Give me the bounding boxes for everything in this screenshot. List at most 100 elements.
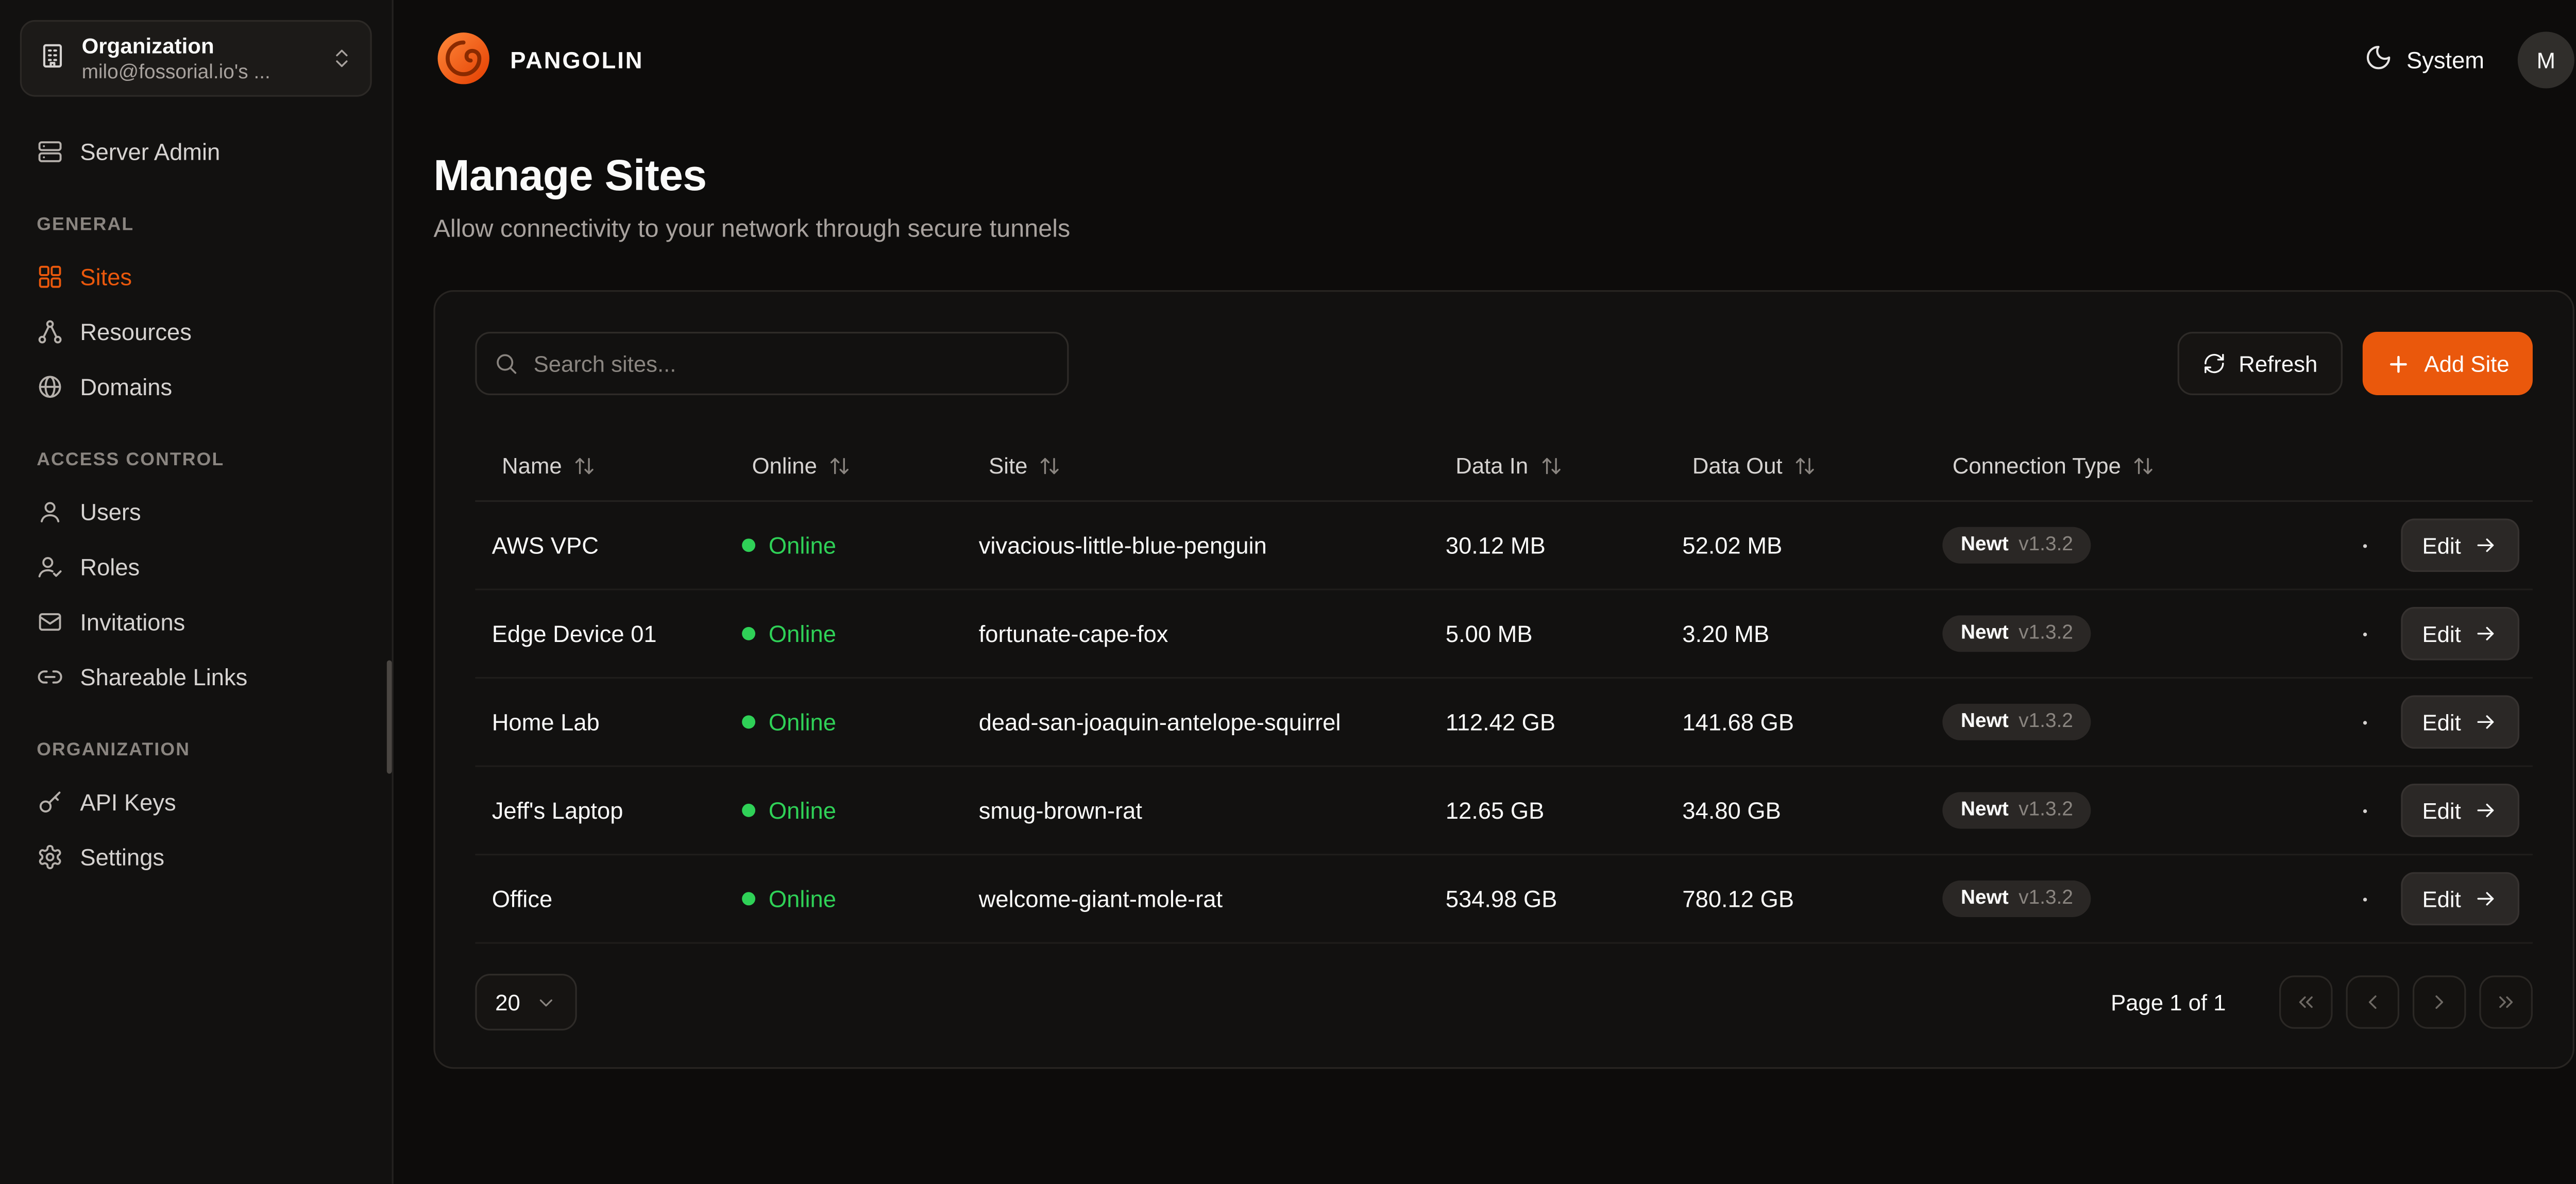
last-page-button[interactable]	[2479, 975, 2533, 1029]
column-header-data-in[interactable]: Data In	[1429, 453, 1666, 479]
chevron-down-icon	[535, 991, 557, 1013]
brand-name: PANGOLIN	[510, 47, 643, 74]
edit-label: Edit	[2422, 533, 2461, 558]
refresh-label: Refresh	[2239, 351, 2317, 376]
online-dot	[742, 715, 755, 729]
column-header-name[interactable]: Name	[475, 453, 725, 479]
row-edit-button[interactable]: Edit	[2400, 518, 2519, 572]
row-more-button[interactable]	[2363, 789, 2377, 831]
chevron-left-icon	[2361, 990, 2384, 1013]
user-icon	[37, 498, 63, 525]
sidebar-item-settings[interactable]: Settings	[20, 828, 372, 884]
moon-icon	[2365, 43, 2393, 77]
row-actions-cell: Edit	[2363, 607, 2533, 661]
connection-type-cell: Newt v1.3.2	[1926, 528, 2363, 563]
waypoints-icon	[37, 318, 63, 345]
row-more-button[interactable]	[2363, 878, 2377, 920]
avatar[interactable]: M	[2518, 31, 2574, 88]
chevron-right-icon	[2428, 990, 2451, 1013]
sidebar-item-roles[interactable]: Roles	[20, 538, 372, 594]
add-site-button[interactable]: Add Site	[2363, 332, 2533, 395]
sort-icon	[573, 455, 595, 477]
column-header-site[interactable]: Site	[962, 453, 1429, 479]
ellipsis-icon	[2363, 885, 2370, 913]
page-info: Page 1 of 1	[2111, 990, 2226, 1015]
column-header-online[interactable]: Online	[725, 453, 962, 479]
sidebar-item-domains[interactable]: Domains	[20, 359, 372, 414]
edit-label: Edit	[2422, 886, 2461, 911]
row-edit-button[interactable]: Edit	[2400, 784, 2519, 837]
row-actions-cell: Edit	[2363, 784, 2533, 837]
theme-toggle-button[interactable]: System	[2365, 43, 2484, 77]
sidebar-item-shareable-links[interactable]: Shareable Links	[20, 649, 372, 704]
grid-squares-icon	[37, 263, 63, 290]
table-row: Edge Device 01 Online fortunate-cape-fox…	[475, 590, 2533, 679]
brand[interactable]: PANGOLIN	[433, 27, 643, 92]
table-row: Jeff's Laptop Online smug-brown-rat 12.6…	[475, 767, 2533, 856]
sidebar-item-sites[interactable]: Sites	[20, 248, 372, 303]
column-header-connection-type[interactable]: Connection Type	[1926, 453, 2363, 479]
sidebar-item-label: Domains	[80, 373, 172, 399]
row-actions-cell: Edit	[2363, 696, 2533, 749]
next-page-button[interactable]	[2413, 975, 2466, 1029]
status-label: Online	[769, 532, 836, 559]
ellipsis-icon	[2363, 708, 2370, 736]
page-size-select[interactable]: 20	[475, 974, 577, 1030]
org-switcher[interactable]: Organization milo@fossorial.io's ...	[20, 20, 372, 97]
row-edit-button[interactable]: Edit	[2400, 696, 2519, 749]
sidebar-item-label: Invitations	[80, 608, 185, 635]
nav-section-label-general: GENERAL	[37, 215, 355, 235]
arrow-right-icon	[2475, 534, 2498, 557]
row-more-button[interactable]	[2363, 525, 2377, 566]
chevrons-up-down-icon	[330, 47, 353, 70]
sidebar-item-label: Roles	[80, 553, 140, 580]
arrow-right-icon	[2475, 799, 2498, 822]
refresh-button[interactable]: Refresh	[2177, 332, 2343, 395]
globe-icon	[37, 373, 63, 399]
sort-icon	[1540, 455, 1562, 477]
link-icon	[37, 663, 63, 689]
status-cell: Online	[725, 708, 962, 735]
status-cell: Online	[725, 620, 962, 647]
status-label: Online	[769, 885, 836, 912]
search-box	[475, 332, 1069, 395]
site-name-cell: Edge Device 01	[475, 620, 725, 647]
connection-type-version: v1.3.2	[2019, 711, 2073, 733]
key-icon	[37, 788, 63, 815]
sidebar-item-users[interactable]: Users	[20, 484, 372, 539]
ellipsis-icon	[2363, 619, 2370, 648]
chevrons-right-icon	[2495, 990, 2518, 1013]
data-in-cell: 534.98 GB	[1429, 885, 1666, 912]
data-out-cell: 34.80 GB	[1666, 797, 1926, 824]
sidebar-item-server-admin[interactable]: Server Admin	[20, 123, 372, 178]
connection-type-version: v1.3.2	[2019, 622, 2073, 645]
sidebar-item-api-keys[interactable]: API Keys	[20, 774, 372, 829]
data-in-cell: 112.42 GB	[1429, 708, 1666, 735]
row-edit-button[interactable]: Edit	[2400, 872, 2519, 926]
sort-icon	[1794, 455, 1816, 477]
site-id-cell: fortunate-cape-fox	[962, 620, 1429, 647]
sidebar-scrollbar-thumb[interactable]	[387, 661, 392, 774]
row-more-button[interactable]	[2363, 613, 2377, 654]
sidebar-item-resources[interactable]: Resources	[20, 303, 372, 359]
data-out-cell: 141.68 GB	[1666, 708, 1926, 735]
site-id-cell: vivacious-little-blue-penguin	[962, 532, 1429, 559]
prev-page-button[interactable]	[2346, 975, 2399, 1029]
row-edit-button[interactable]: Edit	[2400, 607, 2519, 661]
connection-type-cell: Newt v1.3.2	[1926, 793, 2363, 828]
row-actions-cell: Edit	[2363, 872, 2533, 926]
online-dot	[742, 892, 755, 905]
online-dot	[742, 804, 755, 817]
sidebar-item-invitations[interactable]: Invitations	[20, 594, 372, 649]
data-in-cell: 12.65 GB	[1429, 797, 1666, 824]
column-header-data-out[interactable]: Data Out	[1666, 453, 1926, 479]
search-input[interactable]	[475, 332, 1069, 395]
chevrons-left-icon	[2294, 990, 2317, 1013]
status-label: Online	[769, 620, 836, 647]
row-more-button[interactable]	[2363, 701, 2377, 743]
site-name-cell: Jeff's Laptop	[475, 797, 725, 824]
first-page-button[interactable]	[2279, 975, 2333, 1029]
theme-label: System	[2406, 47, 2484, 74]
server-icon	[37, 138, 63, 164]
online-dot	[742, 627, 755, 640]
